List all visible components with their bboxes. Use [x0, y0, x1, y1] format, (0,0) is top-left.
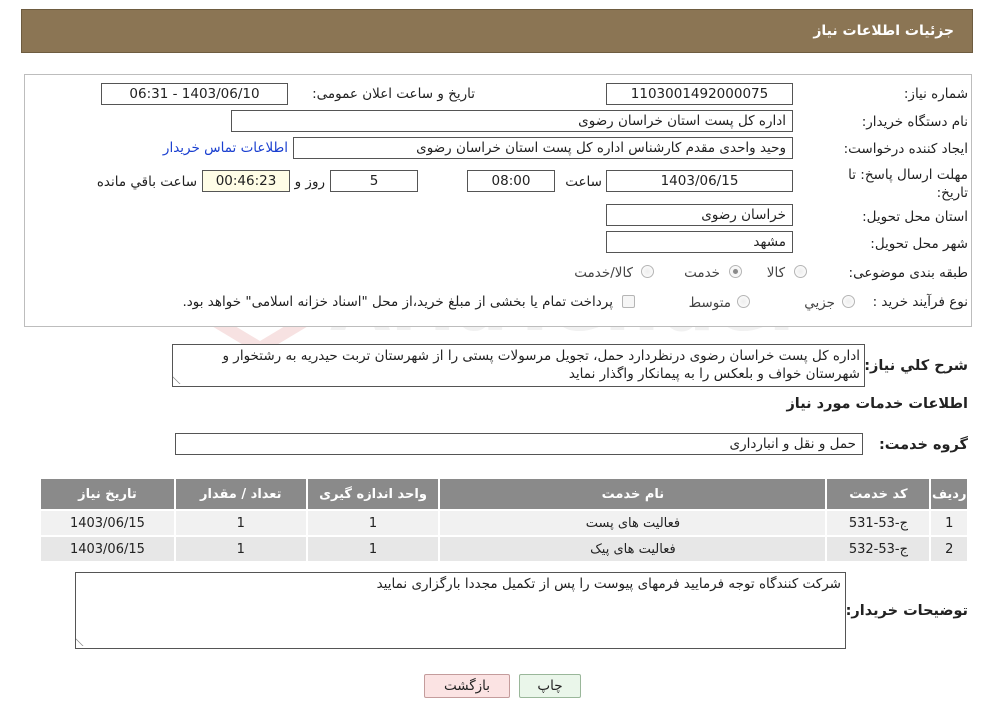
cell-need-date: 1403/06/15 [39, 535, 176, 563]
service-group-field: حمل و نقل و انبارداری [175, 433, 863, 455]
resize-grip-icon[interactable] [173, 375, 189, 384]
cell-need-date: 1403/06/15 [39, 509, 176, 537]
cell-unit: 1 [305, 535, 441, 563]
deadline-time-label: ساعت [565, 174, 602, 190]
buyer-notes-label: توضیحات خریدار: [845, 603, 968, 619]
description-textarea[interactable]: اداره کل پست خراسان رضوی درنظردارد حمل، … [172, 344, 865, 387]
delivery-city-field: مشهد [606, 231, 793, 253]
category-option-goods: کالا [766, 265, 785, 281]
category-radio-goods-service[interactable] [641, 265, 654, 278]
remaining-time-label: ساعت باقي مانده [96, 174, 197, 190]
cell-service-name: فعالیت های پست [438, 509, 828, 537]
deadline-time-field: 08:00 [467, 170, 555, 192]
announce-datetime-field: 1403/06/10 - 06:31 [101, 83, 288, 105]
back-button[interactable]: بازگشت [424, 674, 510, 698]
col-header-service-name: نام خدمت [438, 477, 828, 511]
services-section-title: اطلاعات خدمات مورد نیاز [786, 396, 968, 412]
delivery-province-label: استان محل تحویل: [862, 209, 968, 225]
remaining-days-field: 5 [330, 170, 418, 192]
col-header-service-code: کد خدمت [825, 477, 932, 511]
buyer-org-field: اداره کل پست استان خراسان رضوی [231, 110, 793, 132]
buyer-notes-text: شرکت کنندگاه توجه فرمایید فرمهای پیوست ر… [376, 576, 841, 592]
delivery-city-label: شهر محل تحویل: [870, 236, 968, 252]
description-label: شرح کلي نياز: [864, 358, 968, 374]
buyer-contact-link[interactable]: اطلاعات تماس خریدار [163, 140, 288, 156]
deadline-label: مهلت ارسال پاسخ: تا تاریخ: [848, 167, 968, 201]
category-label: طبقه بندی موضوعی: [848, 265, 968, 281]
remaining-days-label: روز و [294, 174, 325, 190]
need-number-label: شماره نیاز: [903, 86, 968, 102]
table-row: 2 ج-53-532 فعالیت های پیک 1 1 1403/06/15 [39, 535, 969, 563]
cell-service-code: ج-53-531 [825, 509, 932, 537]
purchase-type-label: نوع فرآیند خرید : [872, 294, 968, 310]
description-text: اداره کل پست خراسان رضوی درنظردارد حمل، … [222, 348, 861, 382]
treasury-payment-checkbox[interactable] [622, 295, 635, 308]
delivery-province-field: خراسان رضوی [606, 204, 793, 226]
purchase-type-radio-minor[interactable] [842, 295, 855, 308]
requester-label: ایجاد کننده درخواست: [843, 141, 968, 157]
cell-quantity: 1 [173, 509, 308, 537]
category-option-service: خدمت [684, 265, 720, 281]
services-table: ردیف کد خدمت نام خدمت واحد اندازه گیری ت… [39, 477, 969, 563]
deadline-date-field: 1403/06/15 [606, 170, 793, 192]
resize-grip-icon[interactable] [76, 637, 92, 646]
requester-field: وحید واحدی مقدم کارشناس اداره کل پست است… [293, 137, 793, 159]
cell-service-name: فعالیت های پیک [438, 535, 828, 563]
cell-quantity: 1 [173, 535, 308, 563]
col-header-need-date: تاریخ نیاز [39, 477, 176, 511]
category-option-goods-service: کالا/خدمت [574, 265, 633, 281]
announce-datetime-label: تاریخ و ساعت اعلان عمومی: [312, 86, 475, 102]
page-title: جزئیات اطلاعات نیاز [813, 23, 954, 39]
col-header-quantity: تعداد / مقدار [173, 477, 308, 511]
remaining-time-field: 00:46:23 [202, 170, 290, 192]
need-number-field: 1103001492000075 [606, 83, 793, 105]
cell-service-code: ج-53-532 [825, 535, 932, 563]
purchase-type-option-minor: جزيي [804, 295, 835, 311]
print-button[interactable]: چاپ [519, 674, 581, 698]
cell-row-number: 1 [929, 509, 969, 537]
category-radio-goods[interactable] [794, 265, 807, 278]
table-row: 1 ج-53-531 فعالیت های پست 1 1 1403/06/15 [39, 509, 969, 537]
purchase-type-option-medium: متوسط [688, 295, 731, 311]
buyer-org-label: نام دستگاه خریدار: [861, 114, 968, 130]
table-header-row: ردیف کد خدمت نام خدمت واحد اندازه گیری ت… [39, 477, 969, 511]
col-header-row-number: ردیف [929, 477, 969, 511]
purchase-type-radio-medium[interactable] [737, 295, 750, 308]
cell-unit: 1 [305, 509, 441, 537]
page-header: جزئیات اطلاعات نیاز [21, 9, 973, 53]
category-radio-service[interactable] [729, 265, 742, 278]
col-header-unit: واحد اندازه گیری [305, 477, 441, 511]
buyer-notes-textarea[interactable]: شرکت کنندگاه توجه فرمایید فرمهای پیوست ر… [75, 572, 846, 649]
treasury-payment-note: پرداخت تمام یا بخشی از مبلغ خرید،از محل … [182, 294, 613, 310]
cell-row-number: 2 [929, 535, 969, 563]
service-group-label: گروه خدمت: [878, 437, 968, 453]
